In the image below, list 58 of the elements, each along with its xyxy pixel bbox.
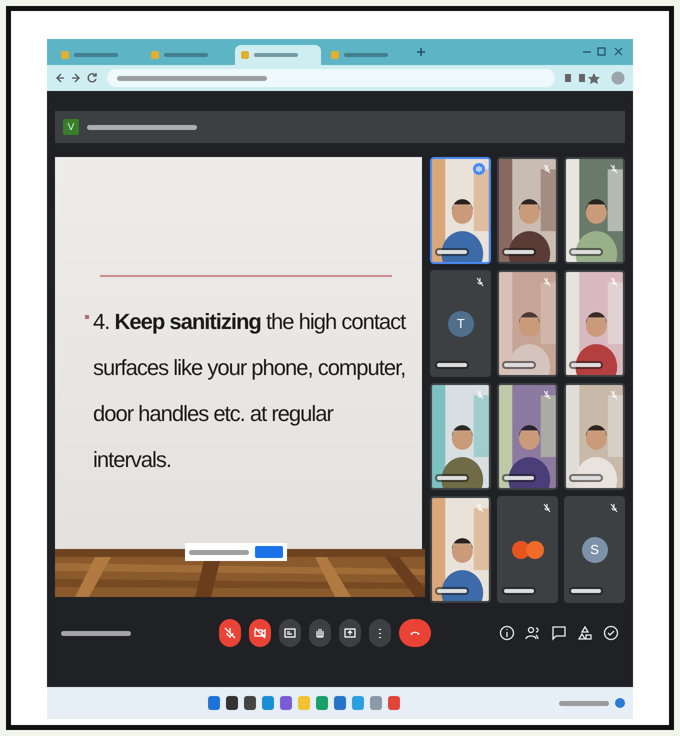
address-field[interactable]	[107, 69, 555, 87]
leave-button[interactable]	[399, 619, 431, 647]
participant-tile[interactable]: S	[564, 496, 625, 603]
illegible-text	[437, 363, 468, 367]
muted-icon	[543, 277, 552, 287]
muted-icon	[543, 503, 552, 513]
muted-icon	[476, 277, 484, 287]
info-icon[interactable]	[499, 625, 515, 641]
muted-icon	[476, 390, 484, 400]
illegible-text	[559, 700, 609, 706]
illegible-text	[437, 476, 468, 480]
chat-icon[interactable]	[551, 625, 567, 641]
muted-icon	[476, 503, 484, 513]
muted-icon	[610, 503, 618, 513]
captions-button[interactable]	[279, 619, 301, 647]
activities-icon[interactable]	[577, 625, 593, 641]
muted-icon	[610, 390, 618, 400]
notification-icon[interactable]	[615, 698, 625, 708]
presenter-avatar: V	[63, 119, 79, 135]
muted-icon	[543, 390, 552, 400]
navigation-icon[interactable]	[55, 72, 99, 84]
illegible-text	[571, 476, 602, 480]
camera-button[interactable]	[249, 619, 271, 647]
illegible-text	[571, 250, 602, 254]
taskbar-app-icon[interactable]	[226, 696, 238, 710]
illegible-text	[571, 589, 602, 593]
present-button[interactable]	[339, 619, 361, 647]
participant-tile[interactable]: T	[430, 270, 492, 377]
extension-icon[interactable]	[563, 72, 603, 84]
hand-icon	[314, 627, 326, 639]
illegible-text	[61, 630, 131, 636]
illegible-text	[504, 476, 534, 480]
taskbar-app-icon[interactable]	[244, 696, 256, 710]
muted-icon	[610, 164, 618, 174]
illegible-text	[504, 363, 534, 367]
participant-avatar: T	[448, 310, 474, 336]
speaking-icon	[473, 163, 486, 175]
new-tab-icon[interactable]	[415, 46, 427, 58]
mic-button[interactable]	[219, 619, 241, 647]
illegible-text	[504, 250, 534, 254]
captions-icon	[284, 627, 296, 639]
camera-off-icon	[254, 627, 266, 639]
participant-avatar: S	[582, 536, 608, 562]
illegible-text	[504, 589, 534, 593]
illegible-text	[437, 589, 468, 593]
window-controls-icon[interactable]	[581, 46, 625, 58]
slide-text: 4. Keep sanitizing the high contact surfaces like your phone, computer, door handles etc. at regular intervals.	[93, 308, 407, 474]
participant-tile[interactable]	[497, 496, 558, 603]
grouped-avatars-icon	[510, 540, 545, 560]
people-icon[interactable]	[525, 625, 541, 641]
host-icon[interactable]	[603, 625, 619, 641]
muted-icon	[610, 277, 618, 287]
muted-icon	[543, 164, 552, 174]
illegible-text	[571, 363, 602, 367]
illegible-text	[437, 250, 468, 254]
hand-button[interactable]	[309, 619, 331, 647]
present-icon	[344, 627, 356, 639]
microphone-off-icon	[224, 627, 236, 639]
